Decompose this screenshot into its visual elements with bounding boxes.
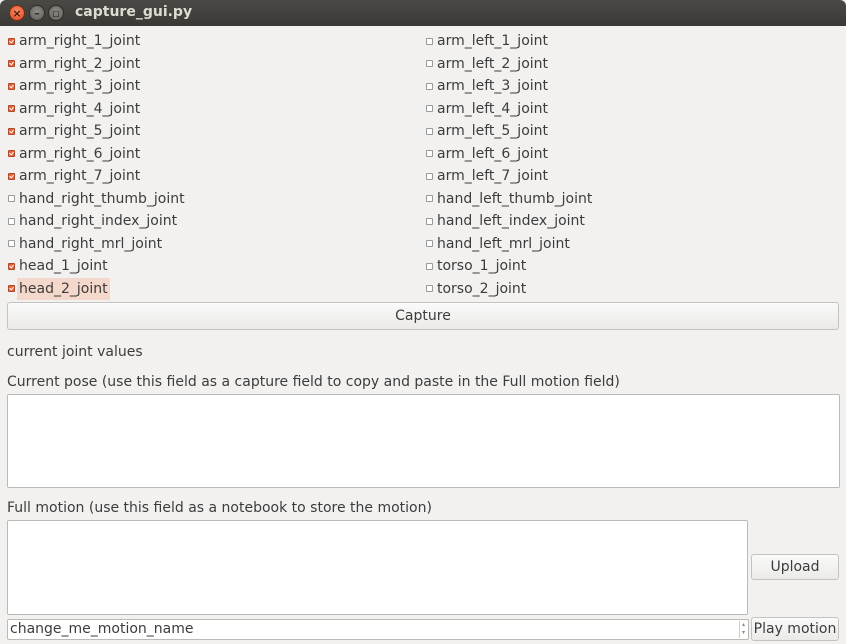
joint-label: arm_left_5_joint [437, 123, 549, 139]
checkbox-icon[interactable] [426, 37, 433, 45]
joint-checkbox-row[interactable]: arm_left_6_joint [426, 143, 548, 165]
joint-label: arm_left_6_joint [437, 145, 549, 162]
joint-checkbox-row[interactable]: arm_left_3_joint [426, 75, 548, 97]
checkbox-icon[interactable] [426, 217, 433, 225]
joint-checkbox-row[interactable]: arm_right_7_joint [8, 165, 140, 187]
checkbox-icon[interactable] [8, 82, 15, 90]
app-window: × – ▫ capture_gui.py arm_right_1_jointar… [0, 0, 846, 644]
full-motion-textarea[interactable] [7, 520, 748, 615]
checkbox-icon[interactable] [8, 150, 15, 157]
joint-checkbox-row[interactable]: arm_right_4_joint [8, 98, 140, 120]
checkbox-icon[interactable] [426, 262, 433, 270]
checkbox-icon[interactable] [8, 37, 15, 45]
joint-label: arm_right_4_joint [19, 100, 141, 117]
joint-label: hand_left_mrl_joint [437, 235, 570, 252]
joint-label: head_2_joint [17, 277, 110, 300]
maximize-icon[interactable]: ▫ [48, 5, 64, 21]
checkbox-icon[interactable] [8, 262, 15, 270]
joint-label: hand_left_thumb_joint [437, 190, 593, 207]
checkbox-icon[interactable] [426, 127, 433, 135]
checkbox-icon[interactable] [8, 60, 15, 67]
checkbox-icon[interactable] [8, 127, 15, 135]
motion-name-value: change_me_motion_name [10, 621, 194, 637]
minimize-icon[interactable]: – [29, 5, 45, 21]
joint-label: arm_right_2_joint [19, 55, 141, 72]
joint-checkbox-row[interactable]: arm_left_7_joint [426, 165, 548, 187]
joint-checkbox-row[interactable]: arm_left_4_joint [426, 98, 548, 120]
joint-label: hand_right_thumb_joint [19, 190, 185, 207]
checkbox-icon[interactable] [426, 195, 433, 202]
joint-checkbox-row[interactable]: arm_right_1_joint [8, 30, 140, 52]
current-joint-values-label: current joint values [7, 344, 143, 360]
joint-checkbox-row[interactable]: torso_1_joint [426, 255, 526, 277]
joint-checkbox-row[interactable]: head_2_joint [8, 277, 110, 300]
joint-label: head_1_joint [19, 258, 108, 274]
checkbox-icon[interactable] [426, 60, 433, 67]
checkbox-icon[interactable] [426, 240, 433, 247]
joint-label: arm_left_2_joint [437, 55, 549, 72]
checkbox-icon[interactable] [8, 217, 15, 225]
joint-label: torso_2_joint [437, 280, 527, 297]
joint-checkbox-row[interactable]: arm_left_1_joint [426, 30, 548, 52]
current-pose-label: Current pose (use this field as a captur… [7, 374, 620, 390]
joint-checkbox-row[interactable]: hand_right_thumb_joint [8, 188, 185, 210]
joint-checkbox-row[interactable]: arm_left_5_joint [426, 120, 548, 142]
current-pose-textarea[interactable] [7, 394, 840, 488]
joint-checkbox-row[interactable]: arm_right_2_joint [8, 53, 140, 75]
checkbox-icon[interactable] [426, 105, 433, 112]
checkbox-icon[interactable] [8, 285, 15, 292]
capture-button[interactable]: Capture [7, 302, 839, 330]
checkbox-icon[interactable] [8, 240, 15, 247]
joint-label: arm_left_3_joint [437, 78, 549, 94]
close-icon[interactable]: × [9, 5, 25, 21]
joint-label: arm_right_1_joint [19, 33, 141, 49]
checkbox-icon[interactable] [8, 195, 15, 202]
joint-checkbox-row[interactable]: head_1_joint [8, 255, 108, 277]
checkbox-icon[interactable] [426, 172, 433, 180]
play-motion-button[interactable]: Play motion [751, 617, 839, 641]
checkbox-icon[interactable] [8, 172, 15, 180]
joint-label: arm_left_1_joint [437, 33, 549, 49]
motion-name-input[interactable]: change_me_motion_name ▴ ▾ [7, 619, 749, 640]
joint-label: hand_left_index_joint [437, 213, 585, 229]
joint-label: arm_right_6_joint [19, 145, 141, 162]
spin-arrows-icon[interactable]: ▴ ▾ [739, 621, 747, 638]
joint-label: torso_1_joint [437, 258, 527, 274]
joint-label: arm_left_7_joint [437, 168, 549, 184]
full-motion-label: Full motion (use this field as a noteboo… [7, 500, 432, 516]
joint-checkbox-row[interactable]: hand_left_index_joint [426, 210, 585, 232]
checkbox-icon[interactable] [426, 150, 433, 157]
joint-checkbox-row[interactable]: hand_left_mrl_joint [426, 233, 570, 255]
joint-label: arm_right_7_joint [19, 168, 141, 184]
joint-checkbox-row[interactable]: arm_right_6_joint [8, 143, 140, 165]
joint-checkbox-row[interactable]: hand_right_index_joint [8, 210, 177, 232]
titlebar: × – ▫ capture_gui.py [0, 0, 846, 26]
joint-checkbox-row[interactable]: arm_left_2_joint [426, 53, 548, 75]
joint-checkbox-row[interactable]: arm_right_5_joint [8, 120, 140, 142]
joint-checkbox-row[interactable]: hand_right_mrl_joint [8, 233, 162, 255]
checkbox-icon[interactable] [426, 82, 433, 90]
window-title: capture_gui.py [75, 4, 193, 20]
joint-label: arm_left_4_joint [437, 100, 549, 117]
checkbox-icon[interactable] [8, 105, 15, 112]
checkbox-icon[interactable] [426, 285, 433, 292]
joint-label: arm_right_3_joint [19, 78, 141, 94]
joint-checkbox-row[interactable]: arm_right_3_joint [8, 75, 140, 97]
joint-label: hand_right_index_joint [19, 213, 178, 229]
joint-label: arm_right_5_joint [19, 123, 141, 139]
joint-checkbox-row[interactable]: torso_2_joint [426, 278, 526, 300]
joint-label: hand_right_mrl_joint [19, 235, 163, 252]
joint-checkbox-row[interactable]: hand_left_thumb_joint [426, 188, 592, 210]
upload-button[interactable]: Upload [751, 554, 839, 580]
